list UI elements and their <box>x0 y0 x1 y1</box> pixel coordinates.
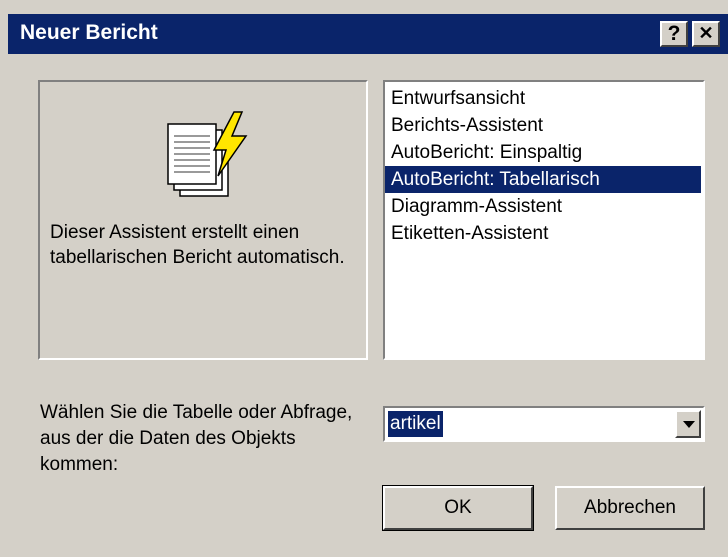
list-item[interactable]: Berichts-Assistent <box>385 112 701 139</box>
report-wizard-icon <box>167 111 248 197</box>
new-report-dialog: Neuer Bericht ? ✕ Dieser Assistent erste… <box>0 0 728 557</box>
cancel-button[interactable]: Abbrechen <box>555 486 705 530</box>
source-combobox-value[interactable]: artikel <box>388 411 443 437</box>
source-prompt: Wählen Sie die Tabelle oder Abfrage, aus… <box>40 402 353 475</box>
list-item[interactable]: AutoBericht: Einspaltig <box>385 139 701 166</box>
preview-description: Dieser Assistent erstellt einen tabellar… <box>50 222 345 268</box>
ok-button[interactable]: OK <box>382 485 534 531</box>
close-button[interactable]: ✕ <box>692 21 720 47</box>
help-button[interactable]: ? <box>660 21 688 47</box>
source-combobox[interactable]: artikel <box>383 406 705 442</box>
window-title: Neuer Bericht <box>20 21 158 44</box>
report-type-list[interactable]: Entwurfsansicht Berichts-Assistent AutoB… <box>383 80 705 360</box>
list-item-selected[interactable]: AutoBericht: Tabellarisch <box>385 166 701 193</box>
preview-panel: Dieser Assistent erstellt einen tabellar… <box>38 80 368 360</box>
title-bar[interactable]: Neuer Bericht ? ✕ <box>8 14 728 54</box>
dropdown-arrow-icon[interactable] <box>675 410 701 438</box>
list-item[interactable]: Diagramm-Assistent <box>385 193 701 220</box>
list-item[interactable]: Entwurfsansicht <box>385 85 701 112</box>
list-item[interactable]: Etiketten-Assistent <box>385 220 701 247</box>
